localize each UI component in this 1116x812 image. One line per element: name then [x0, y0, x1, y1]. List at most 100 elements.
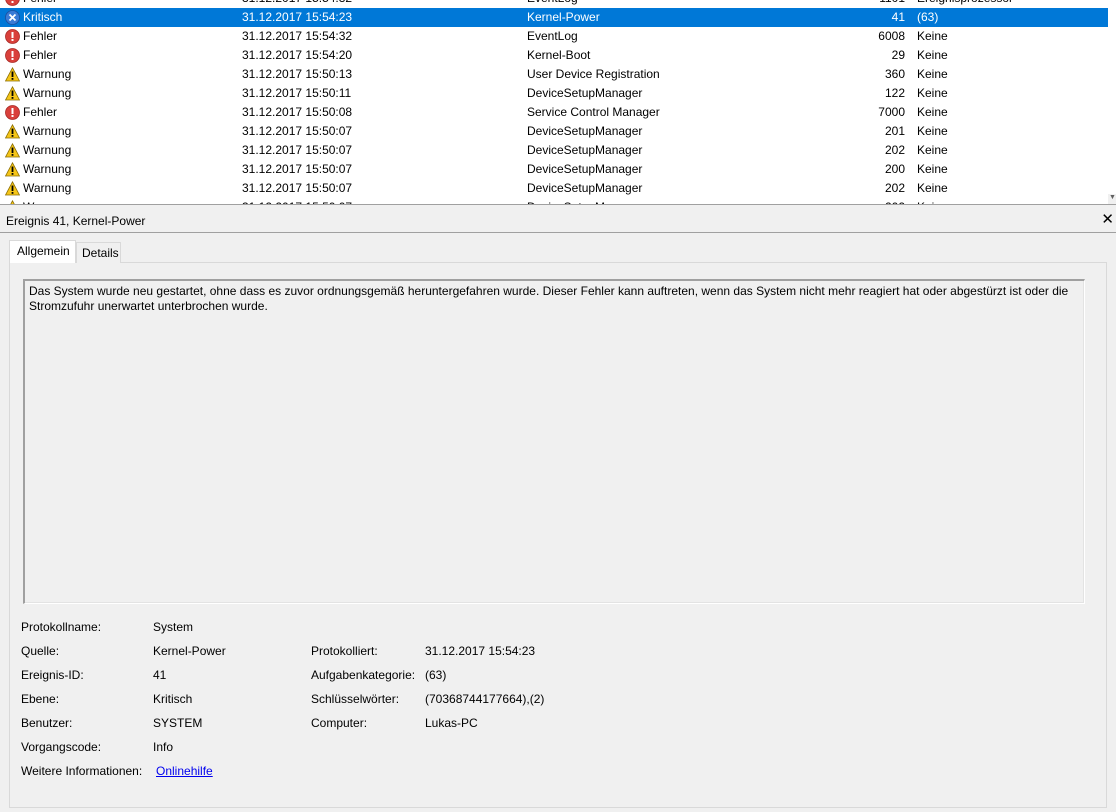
event-id-cell: 122 [884, 86, 905, 100]
level-cell: Kritisch [23, 10, 63, 24]
level-cell: Fehler [23, 105, 58, 119]
date-cell: 31.12.2017 15:50:07 [242, 162, 353, 176]
source-cell: Service Control Manager [527, 105, 660, 119]
task-category-cell: Keine [917, 67, 948, 81]
table-row[interactable]: Warnung 31.12.2017 15:50:11 DeviceSetupMan… [0, 84, 1108, 103]
source-value: Kernel-Power [153, 644, 226, 658]
level-value: Kritisch [153, 692, 193, 706]
task-category-cell: Keine [917, 105, 948, 119]
level-cell: Warnung [23, 162, 72, 176]
close-icon[interactable]: ✕ [1101, 211, 1114, 229]
task-category-cell: (63) [917, 10, 939, 24]
source-cell: DeviceSetupManager [527, 143, 643, 157]
computer-value: Lukas-PC [425, 716, 478, 730]
tab-details[interactable]: Details [76, 242, 121, 263]
table-row[interactable]: Warnung 31.12.2017 15:50:07 DeviceSetupMan… [0, 122, 1108, 141]
level-cell: Fehler [23, 29, 58, 43]
level-cell: Warnung [23, 143, 72, 157]
opcode-label: Vorgangscode: [21, 740, 102, 754]
table-row[interactable]: Kritisch 31.12.2017 15:54:23 Kernel-Power 4… [0, 8, 1108, 27]
source-cell: EventLog [527, 29, 578, 43]
logged-label: Protokolliert: [311, 644, 378, 658]
level-cell: Warnung [23, 86, 72, 100]
source-cell: DeviceSetupManager [527, 181, 643, 195]
scroll-down-arrow-icon[interactable]: ▼ [1109, 194, 1116, 202]
opcode-value: Info [153, 740, 174, 754]
event-id-label: Ereignis-ID: [21, 668, 84, 682]
task-category-cell: Keine [917, 29, 948, 43]
warning-icon [4, 123, 21, 139]
user-label: Benutzer: [21, 716, 73, 730]
level-label: Ebene: [21, 692, 60, 706]
task-category-cell: Ereignisprozessor [917, 0, 1013, 8]
warning-icon [4, 142, 21, 158]
event-list[interactable]: Fehler 31.12.2017 15:54:32 EventLog 1101 Ere… [0, 0, 1116, 204]
table-row[interactable]: Warnung 31.12.2017 15:50:07 DeviceSetupMan… [0, 141, 1108, 160]
table-row[interactable]: Fehler 31.12.2017 15:54:20 Kernel-Boot 29 Ke… [0, 46, 1108, 65]
scrollbar-thumb[interactable] [1108, 0, 1116, 194]
warning-icon [4, 85, 21, 101]
event-id-cell: 201 [884, 124, 905, 138]
warning-icon [4, 66, 21, 82]
keywords-value: (70368744177664),(2) [425, 692, 545, 706]
task-category-cell: Keine [917, 181, 948, 195]
level-cell: Fehler [23, 0, 57, 8]
table-row[interactable]: Fehler 31.12.2017 15:54:32 EventLog 6008 Kei… [0, 27, 1108, 46]
source-cell: Kernel-Boot [527, 48, 591, 62]
keywords-label: Schlüsselwörter: [311, 692, 400, 706]
log-name-label: Protokollname: [21, 620, 102, 634]
computer-label: Computer: [311, 716, 368, 730]
more-info-label: Weitere Informationen: [21, 764, 143, 778]
event-id-cell: 6008 [878, 29, 905, 43]
error-icon [5, 29, 20, 44]
error-icon [5, 48, 20, 63]
source-cell: User Device Registration [527, 67, 660, 81]
date-cell: 31.12.2017 15:50:07 [242, 124, 353, 138]
event-id-cell: 41 [891, 10, 905, 24]
date-cell: 31.12.2017 15:54:23 [242, 10, 353, 24]
task-category-value: (63) [425, 668, 447, 682]
user-value: SYSTEM [153, 716, 203, 730]
event-id-cell: 29 [891, 48, 905, 62]
table-row[interactable]: Warnung 31.12.2017 15:50:13 User Device Re… [0, 65, 1108, 84]
vertical-scrollbar[interactable]: ▼ [1108, 0, 1116, 204]
event-id-value: 41 [153, 668, 167, 682]
date-cell: 31.12.2017 15:50:08 [242, 105, 353, 119]
source-cell: EventLog [527, 0, 578, 8]
detail-header: Ereignis 41, Kernel-Power ✕ [0, 210, 1116, 233]
date-cell: 31.12.2017 15:50:11 [242, 86, 352, 100]
tab-general[interactable]: Allgemein [9, 240, 76, 263]
critical-icon [5, 10, 20, 25]
event-id-cell: 360 [884, 67, 905, 81]
date-cell: 31.12.2017 15:54:32 [242, 0, 352, 8]
warning-icon [4, 180, 21, 196]
source-label: Quelle: [21, 644, 60, 658]
event-id-cell: 202 [884, 181, 905, 195]
task-category-cell: Keine [917, 48, 948, 62]
event-id-cell: 7000 [878, 105, 905, 119]
level-cell: Warnung [23, 67, 72, 81]
table-row[interactable]: Warnung 31.12.2017 15:50:07 DeviceSetupMan… [0, 160, 1108, 179]
log-name-value: System [153, 620, 194, 634]
online-help-link[interactable]: Onlinehilfe [156, 764, 213, 778]
logged-value: 31.12.2017 15:54:23 [425, 644, 536, 658]
source-cell: DeviceSetupManager [527, 162, 643, 176]
event-id-cell: 1101 [840, 0, 905, 8]
task-category-label: Aufgabenkategorie: [311, 668, 416, 682]
task-category-cell: Keine [917, 124, 948, 138]
event-id-cell: 200 [884, 162, 905, 176]
error-icon [5, 105, 20, 120]
date-cell: 31.12.2017 15:54:20 [242, 48, 353, 62]
table-row[interactable]: Fehler 31.12.2017 15:50:08 Service Control… [0, 103, 1108, 122]
table-row[interactable]: Warnung 31.12.2017 15:50:07 DeviceSetupMan… [0, 179, 1108, 198]
source-cell: DeviceSetupManager [527, 124, 643, 138]
level-cell: Warnung [23, 124, 72, 138]
task-category-cell: Keine [917, 86, 948, 100]
detail-title: Ereignis 41, Kernel-Power [6, 214, 146, 228]
task-category-cell: Keine [917, 162, 948, 176]
event-description[interactable]: Das System wurde neu gestartet, ohne das… [23, 279, 1085, 604]
date-cell: 31.12.2017 15:50:07 [242, 181, 353, 195]
date-cell: 31.12.2017 15:50:13 [242, 67, 353, 81]
level-cell: Warnung [23, 181, 72, 195]
table-row[interactable]: Fehler 31.12.2017 15:54:32 EventLog 1101 Ere… [0, 0, 1108, 8]
